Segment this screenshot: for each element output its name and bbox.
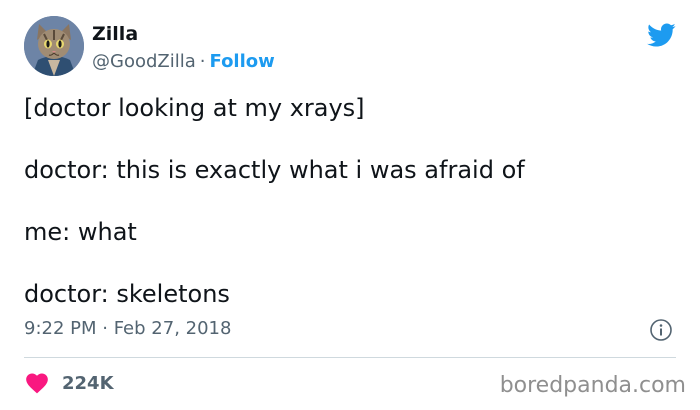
follow-button[interactable]: Follow: [210, 51, 275, 72]
like-action[interactable]: 224K: [24, 370, 114, 396]
author-handle-row: @GoodZilla · Follow: [92, 50, 275, 74]
twitter-bird-icon[interactable]: [646, 20, 676, 50]
tweet-line: doctor: this is exactly what i was afrai…: [24, 156, 525, 184]
avatar[interactable]: [24, 16, 84, 76]
tweet-line: [doctor looking at my xrays]: [24, 94, 365, 122]
heart-icon[interactable]: [24, 370, 50, 396]
tweet-line: me: what: [24, 218, 137, 246]
author-name[interactable]: Zilla: [92, 22, 138, 46]
tweet-timestamp[interactable]: 9:22 PM · Feb 27, 2018: [24, 317, 231, 341]
info-icon[interactable]: [649, 318, 673, 342]
like-count: 224K: [62, 372, 114, 394]
tweet-line: doctor: skeletons: [24, 280, 230, 308]
watermark: boredpanda.com: [499, 373, 686, 398]
tweet-text: [doctor looking at my xrays] doctor: thi…: [24, 92, 664, 310]
divider: [24, 357, 676, 358]
separator-dot: ·: [199, 51, 206, 72]
author-handle[interactable]: @GoodZilla: [92, 51, 196, 72]
cat-avatar-icon: [24, 16, 84, 76]
